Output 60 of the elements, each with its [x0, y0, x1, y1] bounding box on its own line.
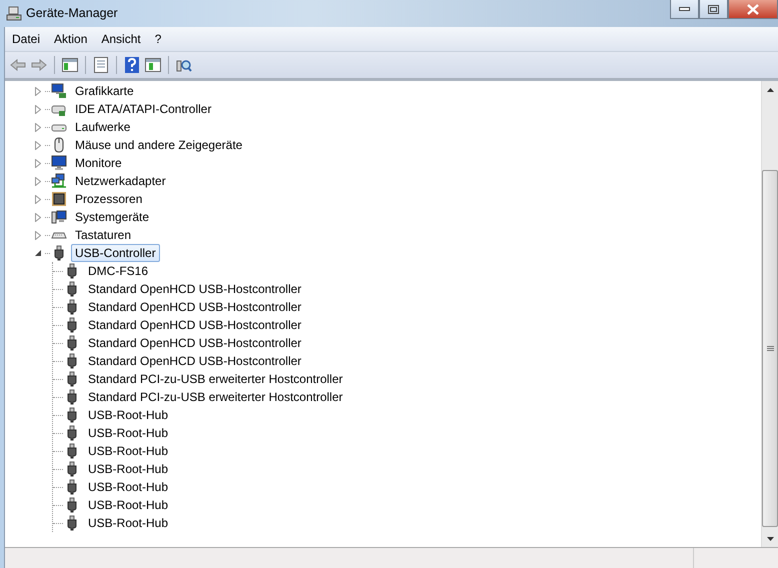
scrollbar[interactable] [761, 81, 778, 547]
tree-item[interactable]: Systemgeräte [71, 208, 154, 226]
tree-item[interactable]: Monitore [71, 154, 126, 172]
expand-arrow[interactable] [33, 122, 43, 132]
tree-item[interactable]: Tastaturen [71, 226, 136, 244]
keyboard-icon [51, 232, 67, 238]
minimize-icon [679, 7, 690, 11]
monitor-icon [51, 155, 67, 171]
close-button[interactable] [728, 0, 778, 19]
collapse-arrow[interactable] [33, 248, 43, 258]
expand-arrow[interactable] [33, 194, 43, 204]
tree-item[interactable]: Grafikkarte [71, 82, 138, 100]
close-icon [746, 4, 760, 14]
tree-item[interactable]: USB-Root-Hub [84, 424, 172, 442]
device-manager-icon [6, 6, 22, 22]
tree-item[interactable]: USB-Root-Hub [84, 496, 172, 514]
tree-item[interactable]: IDE ATA/ATAPI-Controller [71, 100, 216, 118]
tree-item[interactable]: Standard OpenHCD USB-Hostcontroller [84, 352, 306, 370]
properties-button[interactable] [92, 56, 110, 74]
tree-item[interactable]: Standard OpenHCD USB-Hostcontroller [84, 334, 306, 352]
tree-item[interactable]: USB-Root-Hub [84, 406, 172, 424]
tree-item[interactable]: Netzwerkadapter [71, 172, 170, 190]
tree-item[interactable]: USB-Controller [71, 244, 160, 262]
back-button[interactable] [9, 56, 27, 74]
window-title: Geräte-Manager [26, 6, 118, 20]
tree-item[interactable]: USB-Root-Hub [84, 514, 172, 532]
tree-item[interactable]: DMC-FS16 [84, 262, 152, 280]
help-button[interactable] [123, 56, 141, 74]
expand-arrow[interactable] [33, 158, 43, 168]
expand-arrow[interactable] [33, 104, 43, 114]
scroll-thumb[interactable] [762, 170, 778, 527]
tree-item[interactable]: Standard PCI-zu-USB erweiterter Hostcontroller [84, 370, 347, 388]
forward-button[interactable] [30, 56, 48, 74]
menu-item[interactable]: Aktion [47, 30, 94, 48]
processor-icon [51, 191, 67, 207]
maximize-button[interactable] [699, 0, 728, 19]
menu-item[interactable]: Datei [5, 30, 48, 48]
tree-item[interactable]: USB-Root-Hub [84, 460, 172, 478]
action-pane-button[interactable] [144, 56, 162, 74]
expand-arrow[interactable] [33, 86, 43, 96]
expand-arrow[interactable] [33, 176, 43, 186]
network-icon [51, 173, 67, 189]
menu-item[interactable]: ? [148, 30, 168, 48]
tree-item[interactable]: Standard OpenHCD USB-Hostcontroller [84, 298, 306, 316]
tree-item[interactable]: USB-Root-Hub [84, 442, 172, 460]
tree-item[interactable]: Standard OpenHCD USB-Hostcontroller [84, 280, 306, 298]
tree-item[interactable]: USB-Root-Hub [84, 478, 172, 496]
tree-item[interactable]: Standard OpenHCD USB-Hostcontroller [84, 316, 306, 334]
console-tree-button[interactable] [61, 56, 79, 74]
maximize-icon [708, 4, 719, 14]
expand-arrow[interactable] [33, 212, 43, 222]
display-card-icon [51, 83, 67, 99]
tree-item[interactable]: Standard PCI-zu-USB erweiterter Hostcontroller [84, 388, 347, 406]
expand-arrow[interactable] [33, 140, 43, 150]
expand-arrow[interactable] [33, 230, 43, 240]
minimize-button[interactable] [670, 0, 699, 19]
menu-item[interactable]: Ansicht [94, 30, 148, 48]
tree-item[interactable]: Mäuse und andere Zeigegeräte [71, 136, 246, 154]
tree-item[interactable]: Laufwerke [71, 118, 134, 136]
tree-item[interactable]: Prozessoren [71, 190, 146, 208]
